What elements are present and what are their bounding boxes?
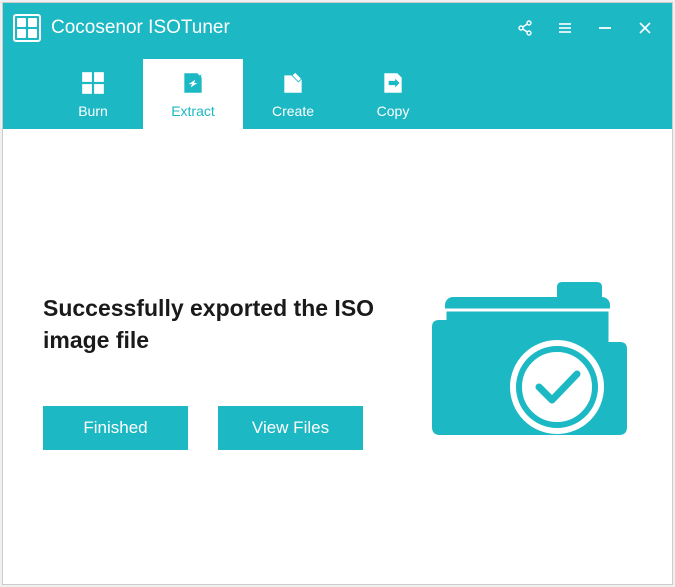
tab-burn[interactable]: Burn: [43, 59, 143, 129]
minimize-icon[interactable]: [596, 19, 614, 37]
close-icon[interactable]: [636, 19, 654, 37]
content-area: Successfully exported the ISO image file…: [3, 129, 672, 584]
app-logo-icon: [13, 14, 41, 42]
extract-icon: [179, 69, 207, 97]
titlebar: Cocosenor ISOTuner: [3, 3, 672, 47]
success-message: Successfully exported the ISO image file: [43, 293, 397, 355]
tab-create-label: Create: [272, 103, 314, 119]
action-buttons: Finished View Files: [43, 406, 397, 450]
tab-copy[interactable]: Copy: [343, 59, 443, 129]
content-left: Successfully exported the ISO image file…: [43, 263, 397, 449]
app-title: Cocosenor ISOTuner: [51, 17, 516, 39]
view-files-button[interactable]: View Files: [218, 406, 363, 450]
tab-extract[interactable]: Extract: [143, 59, 243, 129]
finished-button[interactable]: Finished: [43, 406, 188, 450]
tab-copy-label: Copy: [377, 103, 410, 119]
header: Cocosenor ISOTuner: [3, 3, 672, 129]
burn-icon: [79, 69, 107, 97]
create-icon: [279, 69, 307, 97]
tabs: Burn Extract: [3, 47, 672, 129]
share-icon[interactable]: [516, 19, 534, 37]
tab-burn-label: Burn: [78, 103, 108, 119]
tab-create[interactable]: Create: [243, 59, 343, 129]
app-window: Cocosenor ISOTuner: [2, 2, 673, 585]
tab-extract-label: Extract: [171, 103, 215, 119]
menu-icon[interactable]: [556, 19, 574, 37]
copy-icon: [379, 69, 407, 97]
folder-check-icon: [427, 272, 632, 442]
window-controls: [516, 19, 662, 37]
